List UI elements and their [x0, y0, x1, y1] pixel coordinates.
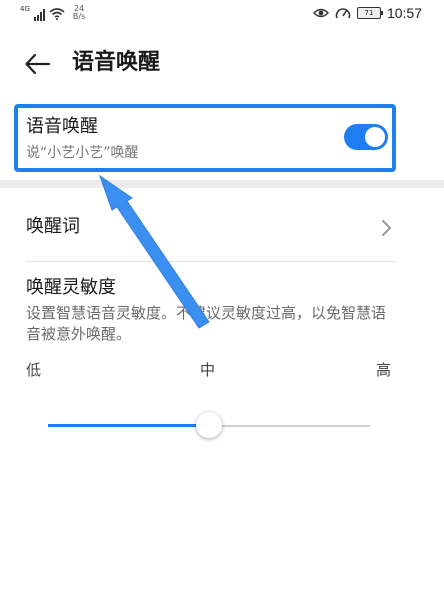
slider-fill: [48, 424, 209, 427]
voice-wake-title: 语音唤醒: [26, 116, 98, 137]
speed-unit: B/s: [72, 12, 86, 21]
battery-icon: 71: [356, 7, 383, 19]
wifi-icon: [49, 8, 65, 20]
voice-wake-subtitle: 说“小艺小艺”唤醒: [26, 145, 139, 161]
status-bar: 4G 24 B/s 71 10:57: [0, 0, 444, 28]
voice-wake-setting[interactable]: 语音唤醒 说“小艺小艺”唤醒: [14, 104, 396, 172]
section-divider: [0, 180, 444, 188]
voice-wake-toggle[interactable]: [344, 124, 388, 150]
wake-word-row[interactable]: 唤醒词: [0, 198, 444, 258]
signal-icon: [33, 9, 45, 21]
eye-icon: [312, 8, 329, 18]
sensitivity-level-low: 低: [26, 361, 42, 379]
page-title: 语音唤醒: [72, 50, 161, 75]
sensitivity-level-mid: 中: [200, 361, 216, 379]
sensitivity-level-high: 高: [376, 361, 392, 379]
toggle-knob: [365, 127, 385, 147]
back-button[interactable]: [22, 48, 54, 80]
network-type: 4G: [20, 5, 30, 13]
wake-word-label: 唤醒词: [26, 216, 80, 237]
sensitivity-description: 设置智慧语音灵敏度。不建议灵敏度过高，以免智慧语音被意外唤醒。: [26, 304, 387, 343]
network-speed: 24 B/s: [73, 5, 85, 21]
speedometer-icon: [335, 8, 351, 19]
status-time: 10:57: [386, 5, 422, 21]
sensitivity-slider[interactable]: [48, 412, 370, 440]
status-right: 71 10:57: [312, 4, 422, 22]
slider-thumb[interactable]: [196, 412, 222, 438]
page-header: 语音唤醒: [0, 36, 444, 92]
status-left: 4G 24 B/s: [20, 5, 85, 23]
back-arrow-icon: [25, 53, 51, 75]
chevron-right-icon: [382, 220, 391, 236]
row-divider: [26, 261, 396, 262]
battery-level: 71: [364, 9, 374, 17]
sensitivity-title: 唤醒灵敏度: [26, 277, 116, 298]
